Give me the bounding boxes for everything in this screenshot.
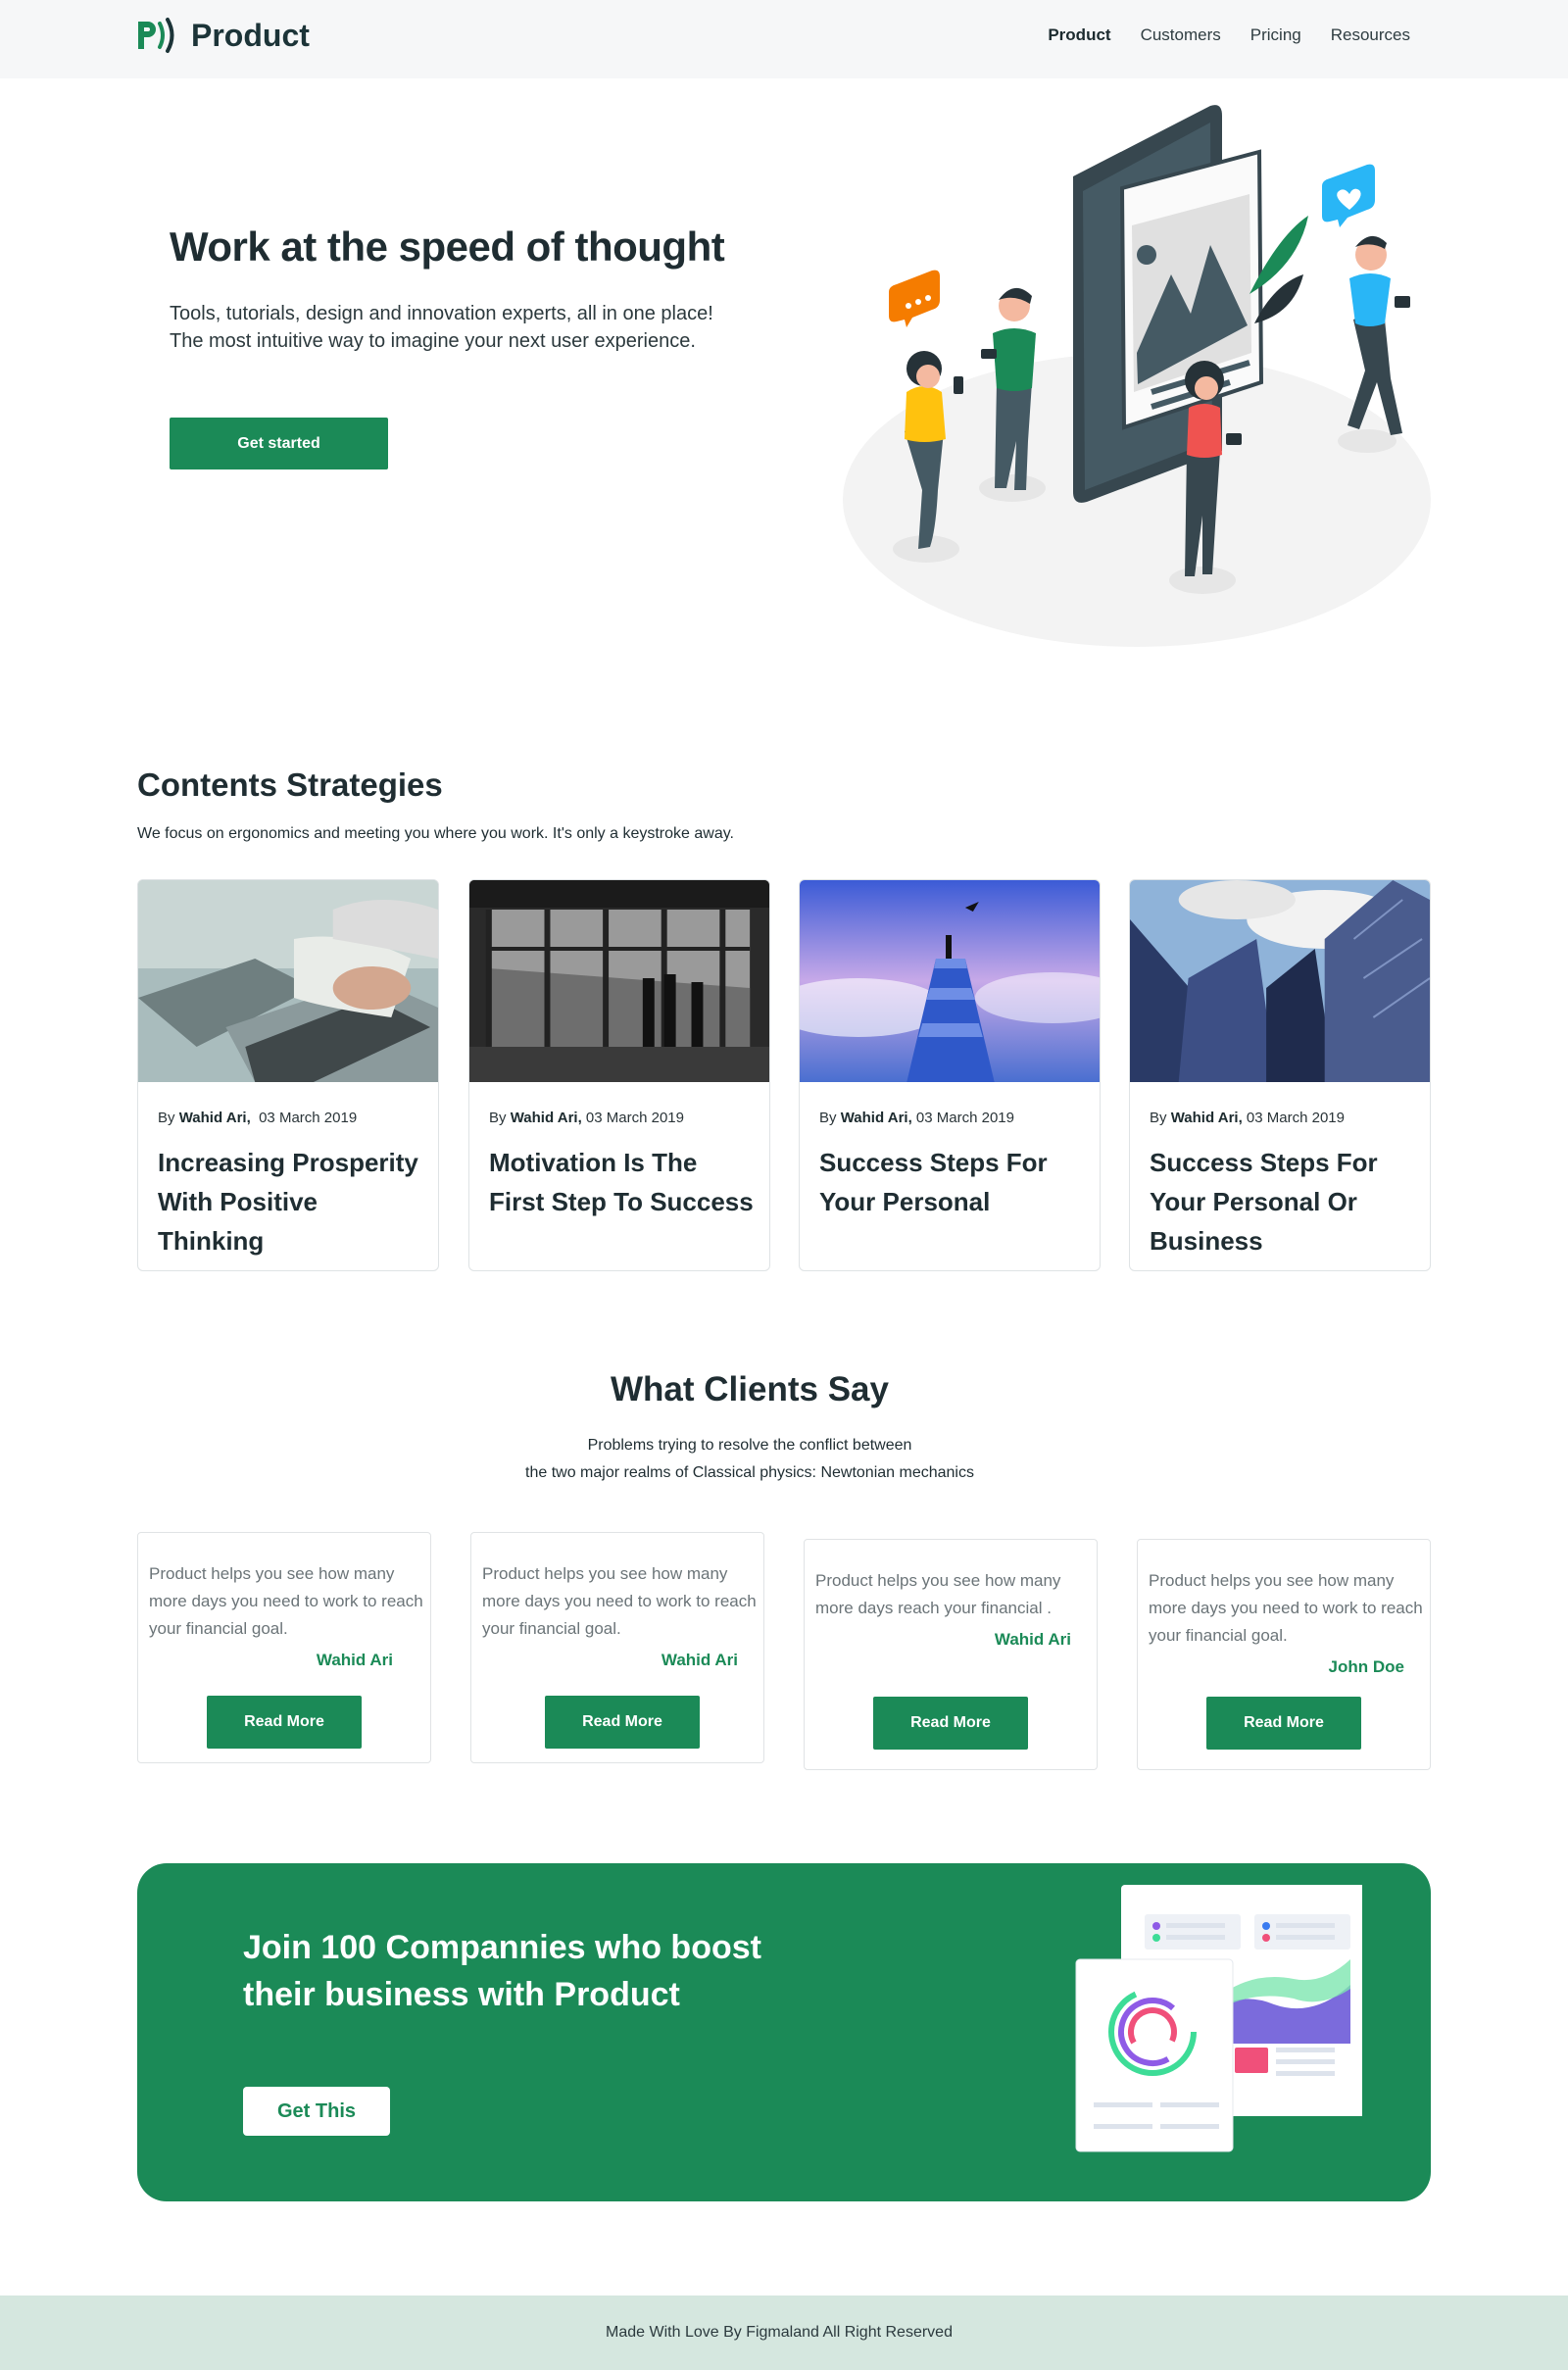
testimonial-card: Product helps you see how many more days… [137, 1532, 431, 1763]
brand-name: Product [191, 17, 310, 53]
testimonial-text: Product helps you see how many more days… [815, 1571, 1061, 1617]
chat-bubble-icon [889, 270, 940, 327]
nav-link-product[interactable]: Product [1048, 25, 1110, 45]
testimonial-text: Product helps you see how many more days… [482, 1564, 757, 1638]
clients-subtitle-line1: Problems trying to resolve the conflict … [587, 1437, 912, 1454]
blog-card[interactable]: By Wahid Ari, 03 March 2019 Success Step… [1129, 879, 1431, 1271]
meta-author: Wahid Ari, [840, 1110, 912, 1126]
card-image-stairs-sky [800, 880, 1100, 1082]
card-image-office-window [469, 880, 769, 1082]
card-meta: By Wahid Ari, 03 March 2019 [819, 1110, 1014, 1126]
nav-link-pricing[interactable]: Pricing [1250, 25, 1301, 45]
testimonial-author: Wahid Ari [994, 1630, 1071, 1649]
meta-date: 03 March 2019 [259, 1110, 358, 1126]
card-meta: By Wahid Ari, 03 March 2019 [158, 1110, 357, 1126]
meta-by: By [819, 1110, 837, 1126]
card-title[interactable]: Increasing Prosperity With Positive Thin… [158, 1143, 422, 1260]
meta-date: 03 March 2019 [915, 1110, 1014, 1126]
blog-card[interactable]: By Wahid Ari, 03 March 2019 Increasing P… [137, 879, 439, 1271]
nav-link-resources[interactable]: Resources [1331, 25, 1410, 45]
hero-title: Work at the speed of thought [170, 223, 725, 270]
footer: Made With Love By Figmaland All Right Re… [0, 2296, 1568, 2370]
get-this-button[interactable]: Get This [243, 2087, 390, 2136]
card-meta: By Wahid Ari, 03 March 2019 [489, 1110, 684, 1126]
cta-banner: Join 100 Compannies who boost their busi… [137, 1863, 1431, 2201]
card-title[interactable]: Success Steps For Your Personal Or Busin… [1150, 1143, 1414, 1260]
testimonial-author: Wahid Ari [661, 1651, 738, 1669]
card-image-laptop [138, 880, 438, 1082]
blog-card[interactable]: By Wahid Ari, 03 March 2019 Success Step… [799, 879, 1101, 1271]
testimonial-text: Product helps you see how many more days… [1149, 1571, 1423, 1645]
meta-author: Wahid Ari, [510, 1110, 582, 1126]
meta-date: 03 March 2019 [1246, 1110, 1345, 1126]
meta-by: By [1150, 1110, 1167, 1126]
meta-author: Wahid Ari, [1170, 1110, 1243, 1126]
top-navbar: Product Product Customers Pricing Resour… [0, 0, 1568, 78]
get-started-button[interactable]: Get started [170, 418, 388, 469]
blog-card[interactable]: By Wahid Ari, 03 March 2019 Motivation I… [468, 879, 770, 1271]
clients-subtitle-line2: the two major realms of Classical physic… [525, 1464, 974, 1481]
card-title[interactable]: Motivation Is The First Step To Success [489, 1143, 754, 1221]
read-more-button[interactable]: Read More [545, 1696, 700, 1749]
clients-subtitle: Problems trying to resolve the conflict … [0, 1432, 1499, 1487]
clients-title: What Clients Say [611, 1370, 889, 1408]
logo-icon [138, 18, 174, 53]
footer-text: Made With Love By Figmaland All Right Re… [606, 2324, 953, 2341]
card-meta: By Wahid Ari, 03 March 2019 [1150, 1110, 1345, 1126]
read-more-button[interactable]: Read More [1206, 1697, 1361, 1750]
meta-date: 03 March 2019 [585, 1110, 684, 1126]
nav-links: Product Customers Pricing Resources [1048, 25, 1410, 45]
testimonial-text: Product helps you see how many more days… [149, 1564, 423, 1638]
testimonial-author: Wahid Ari [316, 1651, 393, 1669]
testimonial-author: John Doe [1328, 1657, 1404, 1676]
meta-by: By [489, 1110, 507, 1126]
card-title[interactable]: Success Steps For Your Personal [819, 1143, 1084, 1221]
hero-illustration [843, 105, 1431, 647]
testimonial-card: Product helps you see how many more days… [470, 1532, 764, 1763]
nav-link-customers[interactable]: Customers [1141, 25, 1221, 45]
brand-logo[interactable]: Product [136, 16, 310, 55]
read-more-button[interactable]: Read More [873, 1697, 1028, 1750]
testimonial-card: Product helps you see how many more days… [804, 1539, 1098, 1770]
card-image-skyscrapers [1130, 880, 1430, 1082]
strategies-title: Contents Strategies [137, 766, 443, 803]
meta-by: By [158, 1110, 175, 1126]
read-more-button[interactable]: Read More [207, 1696, 362, 1749]
testimonial-card: Product helps you see how many more days… [1137, 1539, 1431, 1770]
hero-subtitle: Tools, tutorials, design and innovation … [170, 303, 713, 352]
meta-author: Wahid Ari, [178, 1110, 251, 1126]
strategies-subtitle: We focus on ergonomics and meeting you w… [137, 825, 734, 842]
cta-title: Join 100 Compannies who boost their busi… [243, 1929, 761, 2013]
heart-bubble-icon [1322, 164, 1375, 227]
dashboard-illustration [1075, 1885, 1362, 2152]
